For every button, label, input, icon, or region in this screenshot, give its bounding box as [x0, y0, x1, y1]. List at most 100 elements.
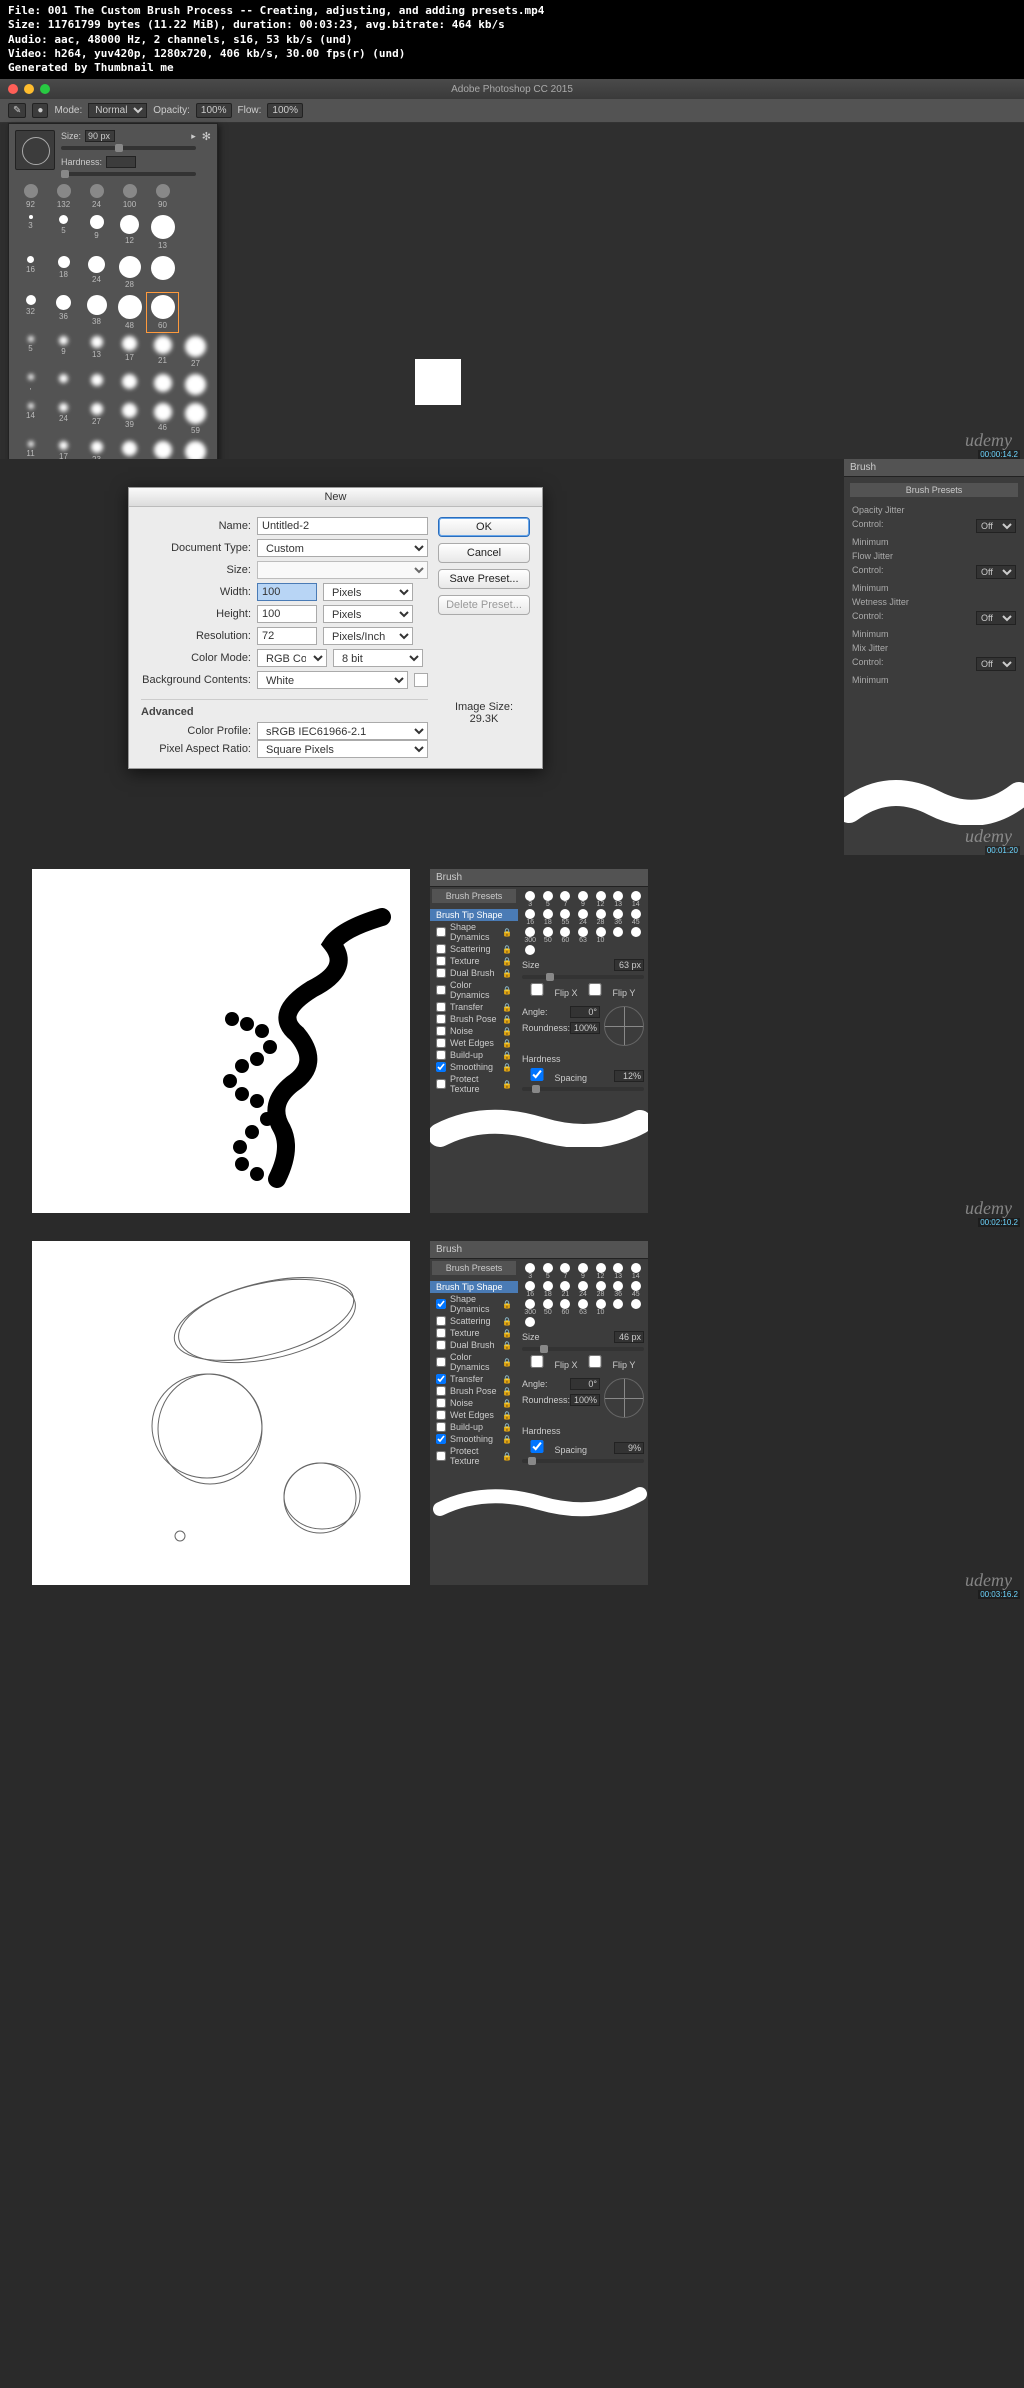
size-input[interactable] — [614, 1331, 644, 1343]
cdepth-select[interactable]: 8 bit — [333, 649, 423, 667]
option-checkbox[interactable] — [436, 985, 446, 995]
res-unit-select[interactable]: Pixels/Inch — [323, 627, 413, 645]
profile-select[interactable]: sRGB IEC61966-2.1 — [257, 722, 428, 740]
option-checkbox[interactable] — [436, 1340, 446, 1350]
brush-tip-cell[interactable]: 3 — [522, 1263, 539, 1280]
brush-tip-cell[interactable]: 24 — [575, 1281, 592, 1298]
lock-icon[interactable]: 🔒 — [502, 1329, 512, 1338]
brush-option-item[interactable]: Brush Pose🔒 — [430, 1385, 518, 1397]
angle-input[interactable] — [570, 1378, 600, 1390]
brush-preset-cell[interactable]: 5 — [15, 334, 46, 370]
brush-preset-cell[interactable]: 21 — [147, 334, 178, 370]
brush-tip-shape-item[interactable]: Brush Tip Shape — [430, 1281, 518, 1293]
brush-preset-cell[interactable] — [81, 372, 112, 399]
lock-icon[interactable]: 🔒 — [502, 1399, 512, 1408]
brush-option-item[interactable]: Protect Texture🔒 — [430, 1073, 518, 1095]
brush-tip-cell[interactable]: 300 — [522, 927, 539, 944]
brush-tab[interactable]: Brush — [844, 459, 1024, 477]
brush-preset-cell[interactable] — [147, 372, 178, 399]
option-checkbox[interactable] — [436, 1410, 446, 1420]
spacing-input[interactable] — [614, 1070, 644, 1082]
lock-icon[interactable]: 🔒 — [502, 1411, 512, 1420]
brush-option-item[interactable]: Wet Edges🔒 — [430, 1037, 518, 1049]
round-input[interactable] — [570, 1022, 600, 1034]
brush-tip-cell[interactable]: 18 — [540, 909, 557, 926]
brush-tip-cell[interactable] — [610, 927, 627, 944]
brush-option-item[interactable]: Dual Brush🔒 — [430, 967, 518, 979]
brush-preset-cell[interactable] — [114, 372, 145, 399]
brush-preset-cell[interactable]: 132 — [48, 182, 79, 211]
brush-option-item[interactable]: Protect Texture🔒 — [430, 1445, 518, 1467]
control-select[interactable]: Off — [976, 611, 1016, 625]
brush-preset-cell[interactable]: , — [15, 372, 46, 399]
res-input[interactable] — [257, 627, 317, 645]
brush-preset-cell[interactable]: 13 — [81, 334, 112, 370]
lock-icon[interactable]: 🔒 — [502, 1341, 512, 1350]
close-icon[interactable] — [8, 84, 18, 94]
canvas-area[interactable] — [32, 869, 410, 1213]
lock-icon[interactable]: 🔒 — [502, 1435, 512, 1444]
blend-mode-select[interactable]: Normal — [88, 103, 147, 118]
brush-option-item[interactable]: Wet Edges🔒 — [430, 1409, 518, 1421]
brush-tip-cell[interactable]: 28 — [592, 909, 609, 926]
brush-preset-cell[interactable]: 39 — [114, 401, 145, 437]
brush-preset-cell[interactable]: 36 — [48, 293, 79, 332]
brush-tip-cell[interactable]: 18 — [540, 1281, 557, 1298]
brush-tip-cell[interactable]: 24 — [575, 909, 592, 926]
brush-tip-cell[interactable] — [610, 1299, 627, 1316]
brush-option-item[interactable]: Smoothing🔒 — [430, 1433, 518, 1445]
brush-tip-cell[interactable]: 60 — [557, 927, 574, 944]
brush-tip-cell[interactable]: 60 — [557, 1299, 574, 1316]
option-checkbox[interactable] — [436, 1357, 446, 1367]
brush-preset-cell[interactable]: 46 — [147, 401, 178, 437]
option-checkbox[interactable] — [436, 968, 446, 978]
brush-tip-cell[interactable]: 45 — [627, 1281, 644, 1298]
brush-tip-cell[interactable]: 7 — [557, 1263, 574, 1280]
brush-preset-cell[interactable]: 48 — [114, 293, 145, 332]
brush-preset-cell[interactable]: 9 — [48, 334, 79, 370]
brush-preset-chip[interactable]: ● — [32, 103, 48, 118]
brush-tab[interactable]: Brush — [430, 869, 648, 887]
lock-icon[interactable]: 🔒 — [502, 957, 512, 966]
brush-option-item[interactable]: Texture🔒 — [430, 1327, 518, 1339]
width-input[interactable] — [257, 583, 317, 601]
option-checkbox[interactable] — [436, 1014, 446, 1024]
brush-tip-cell[interactable]: 14 — [627, 891, 644, 908]
lock-icon[interactable]: 🔒 — [502, 1317, 512, 1326]
width-unit-select[interactable]: Pixels — [323, 583, 413, 601]
brush-tip-cell[interactable]: 28 — [592, 1281, 609, 1298]
name-input[interactable] — [257, 517, 428, 535]
brush-tip-cell[interactable] — [522, 1317, 539, 1327]
ok-button[interactable]: OK — [438, 517, 530, 537]
brush-tip-cell[interactable] — [522, 945, 539, 955]
brush-preset-cell[interactable]: 38 — [81, 293, 112, 332]
bg-color-swatch[interactable] — [414, 673, 428, 687]
size-slider[interactable] — [61, 146, 196, 150]
brush-tip-cell[interactable]: 9 — [575, 891, 592, 908]
minimize-icon[interactable] — [24, 84, 34, 94]
brush-option-item[interactable]: Brush Pose🔒 — [430, 1013, 518, 1025]
brush-preset-cell[interactable]: 27 — [180, 334, 211, 370]
brush-tip-cell[interactable]: 63 — [575, 927, 592, 944]
brush-tip-cell[interactable]: 5 — [540, 891, 557, 908]
brush-option-item[interactable]: Build-up🔒 — [430, 1421, 518, 1433]
hardness-slider[interactable] — [61, 172, 196, 176]
brush-preset-cell[interactable]: 24 — [48, 401, 79, 437]
brush-tip-cell[interactable]: 50 — [540, 1299, 557, 1316]
brush-tip-cell[interactable]: 45 — [627, 909, 644, 926]
control-select[interactable]: Off — [976, 565, 1016, 579]
brush-preset-cell[interactable]: 18 — [48, 254, 79, 291]
option-checkbox[interactable] — [436, 1062, 446, 1072]
lock-icon[interactable]: 🔒 — [502, 1387, 512, 1396]
brush-option-item[interactable]: Noise🔒 — [430, 1025, 518, 1037]
brush-preset-cell[interactable]: 59 — [180, 401, 211, 437]
brush-preset-cell[interactable]: 9 — [81, 213, 112, 252]
lock-icon[interactable]: 🔒 — [502, 1375, 512, 1384]
brush-option-item[interactable]: Color Dynamics🔒 — [430, 979, 518, 1001]
height-unit-select[interactable]: Pixels — [323, 605, 413, 623]
option-checkbox[interactable] — [436, 1026, 446, 1036]
brush-option-item[interactable]: Scattering🔒 — [430, 943, 518, 955]
lock-icon[interactable]: 🔒 — [502, 1300, 512, 1309]
size-input[interactable] — [85, 130, 115, 142]
brush-tip-cell[interactable]: 10 — [592, 927, 609, 944]
